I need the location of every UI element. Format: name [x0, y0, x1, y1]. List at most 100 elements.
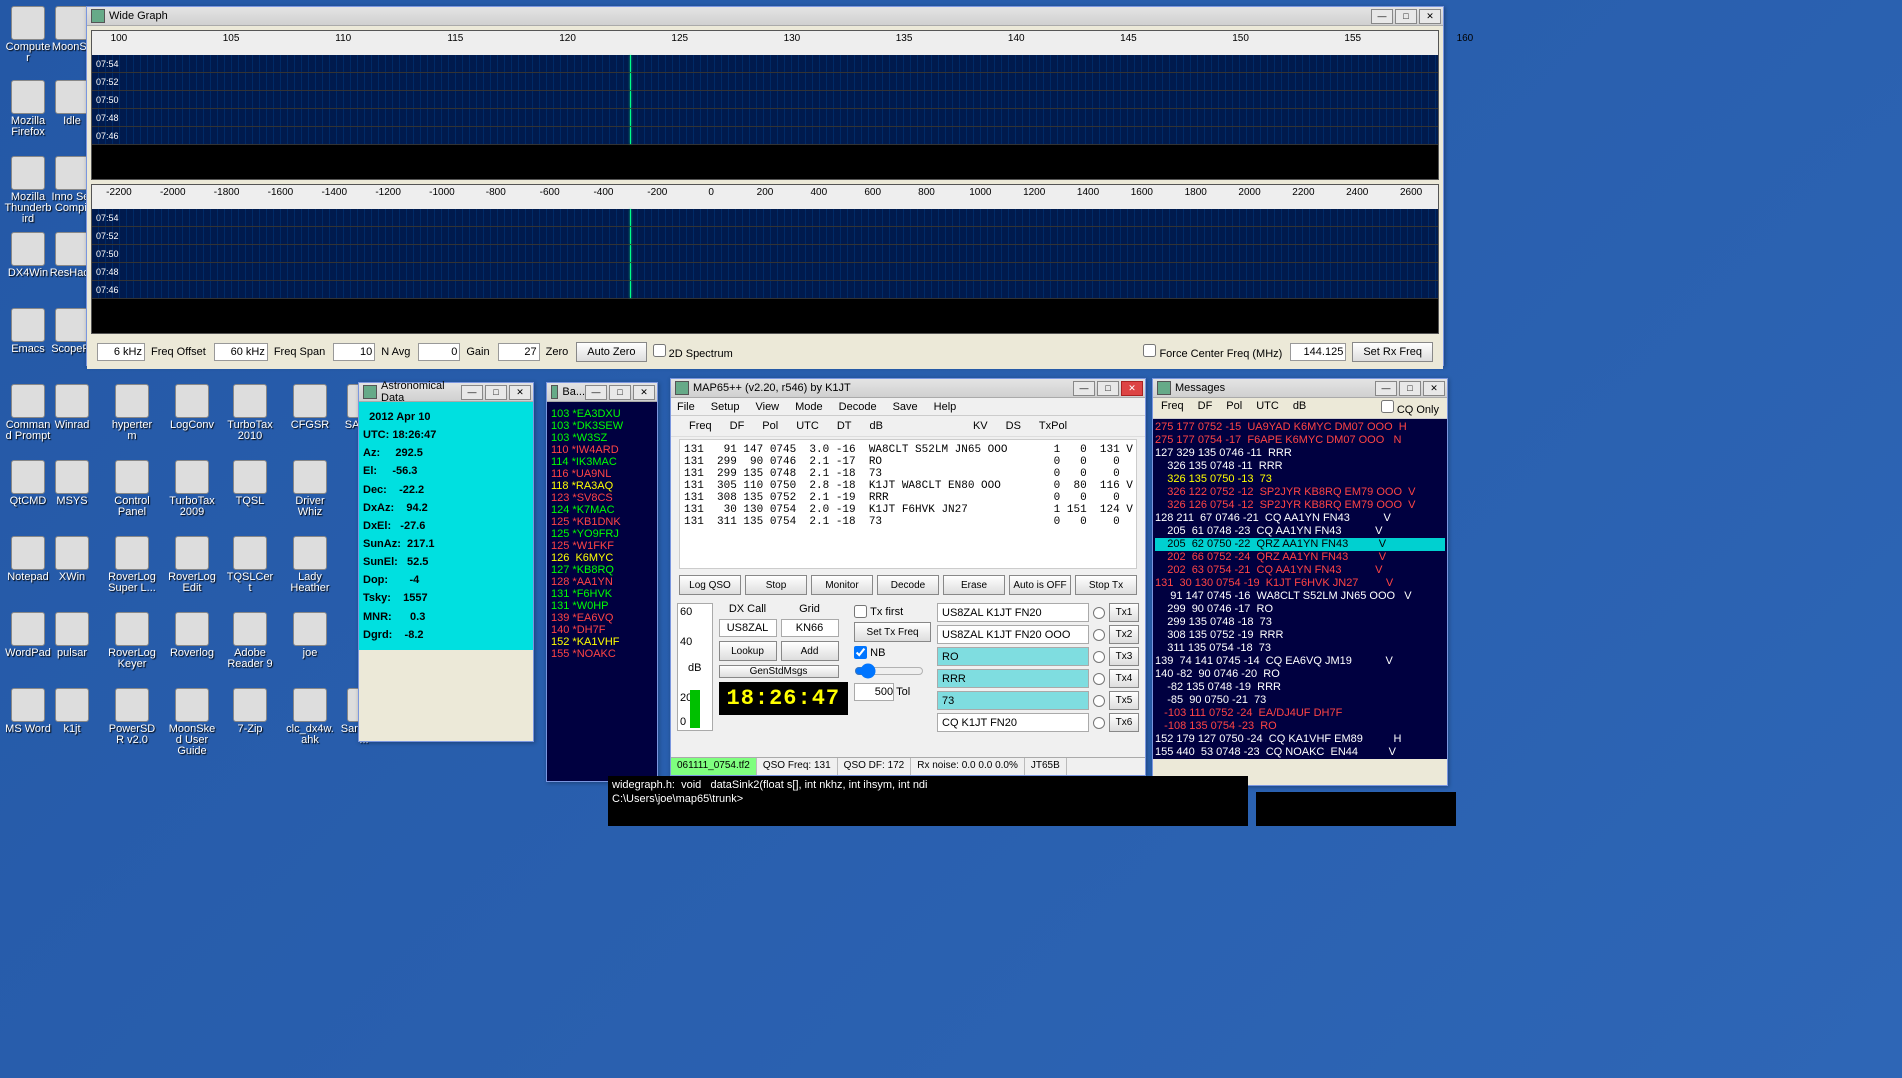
band-row[interactable]: 125 *W1FKF: [551, 540, 653, 552]
minimize-icon[interactable]: —: [1371, 9, 1393, 24]
tx-msg-5[interactable]: [937, 691, 1089, 710]
desktop-icon[interactable]: Notepad: [4, 536, 52, 583]
band-row[interactable]: 103 *W3SZ: [551, 432, 653, 444]
message-row[interactable]: 128 211 67 0746 -21 CQ AA1YN FN43 V: [1155, 512, 1445, 525]
tx-msg-1[interactable]: [937, 603, 1089, 622]
band-row[interactable]: 125 *YO9FRJ: [551, 528, 653, 540]
tx-radio-4[interactable]: [1093, 673, 1105, 685]
desktop-icon[interactable]: 7-Zip: [226, 688, 274, 735]
message-row[interactable]: 275 177 0754 -17 F6APE K6MYC DM07 OOO N: [1155, 434, 1445, 447]
desktop-icon[interactable]: joe: [286, 612, 334, 659]
bands-list[interactable]: 103 *EA3DXU103 *DK3SEW103 *W3SZ110 *IW4A…: [547, 402, 657, 781]
waterfall-upper[interactable]: 100105110115120125130135140145150155160 …: [91, 30, 1439, 180]
tx-radio-6[interactable]: [1093, 717, 1105, 729]
astro-titlebar[interactable]: Astronomical Data — □ ✕: [359, 383, 533, 402]
message-row[interactable]: 326 122 0752 -12 SP2JYR KB8RQ EM79 OOO V: [1155, 486, 1445, 499]
message-row[interactable]: 205 62 0750 -22 QRZ AA1YN FN43 V: [1155, 538, 1445, 551]
band-row[interactable]: 127 *KB8RQ: [551, 564, 653, 576]
bands-titlebar[interactable]: Ba... — □ ✕: [547, 383, 657, 402]
desktop-icon[interactable]: QtCMD: [4, 460, 52, 507]
message-row[interactable]: 127 329 135 0746 -11 RRR: [1155, 447, 1445, 460]
band-row[interactable]: 116 *UA9NL: [551, 468, 653, 480]
message-row[interactable]: 139 74 141 0745 -14 CQ EA6VQ JM19 V: [1155, 655, 1445, 668]
khz-input[interactable]: [97, 343, 145, 361]
tx1-button[interactable]: Tx1: [1109, 603, 1139, 622]
band-row[interactable]: 110 *IW4ARD: [551, 444, 653, 456]
band-row[interactable]: 140 *DH7F: [551, 624, 653, 636]
tx-msg-6[interactable]: [937, 713, 1089, 732]
desktop-icon[interactable]: CFGSR: [286, 384, 334, 431]
widegraph-titlebar[interactable]: Wide Graph — □ ✕: [87, 7, 1443, 26]
genstdmsgs-button[interactable]: GenStdMsgs: [719, 665, 839, 678]
spec2d-check[interactable]: 2D Spectrum: [653, 344, 733, 360]
tx5-button[interactable]: Tx5: [1109, 691, 1139, 710]
auto-is-off-button[interactable]: Auto is OFF: [1009, 575, 1071, 595]
close-icon[interactable]: ✕: [1419, 9, 1441, 24]
message-row[interactable]: 311 135 0754 -18 73: [1155, 642, 1445, 655]
maximize-icon[interactable]: □: [485, 385, 507, 400]
span-input[interactable]: [333, 343, 375, 361]
lookup-button[interactable]: Lookup: [719, 641, 777, 661]
messages-list[interactable]: 275 177 0752 -15 UA9YAD K6MYC DM07 OOO H…: [1153, 419, 1447, 759]
band-row[interactable]: 123 *SV8CS: [551, 492, 653, 504]
desktop-icon[interactable]: TQSL: [226, 460, 274, 507]
desktop-icon[interactable]: TurboTax 2010: [226, 384, 274, 442]
desktop-icon[interactable]: Adobe Reader 9: [226, 612, 274, 670]
menu-help[interactable]: Help: [932, 399, 959, 415]
waterfall-lower[interactable]: -2200-2000-1800-1600-1400-1200-1000-800-…: [91, 184, 1439, 334]
nb-slider[interactable]: [854, 663, 924, 679]
message-row[interactable]: 299 90 0746 -17 RO: [1155, 603, 1445, 616]
tx-radio-3[interactable]: [1093, 651, 1105, 663]
band-row[interactable]: 152 *KA1VHF: [551, 636, 653, 648]
close-icon[interactable]: ✕: [509, 385, 531, 400]
monitor-button[interactable]: Monitor: [811, 575, 873, 595]
desktop-icon[interactable]: Emacs: [4, 308, 52, 355]
tx6-button[interactable]: Tx6: [1109, 713, 1139, 732]
desktop-icon[interactable]: Roverlog: [168, 612, 216, 659]
message-row[interactable]: 326 135 0750 -13 73: [1155, 473, 1445, 486]
navg-input[interactable]: [418, 343, 460, 361]
autozero-button[interactable]: Auto Zero: [576, 342, 646, 362]
menu-mode[interactable]: Mode: [793, 399, 825, 415]
message-row[interactable]: 202 63 0754 -21 CQ AA1YN FN43 V: [1155, 564, 1445, 577]
desktop-icon[interactable]: k1jt: [48, 688, 96, 735]
desktop-icon[interactable]: TQSLCert: [226, 536, 274, 594]
stop-tx-button[interactable]: Stop Tx: [1075, 575, 1137, 595]
desktop-icon[interactable]: hyperterm: [108, 384, 156, 442]
desktop-icon[interactable]: RoverLog Edit: [168, 536, 216, 594]
desktop-icon[interactable]: MoonSked User Guide: [168, 688, 216, 757]
band-row[interactable]: 125 *KB1DNK: [551, 516, 653, 528]
menu-save[interactable]: Save: [891, 399, 920, 415]
desktop-icon[interactable]: PowerSDR v2.0: [108, 688, 156, 746]
message-row[interactable]: -108 135 0754 -23 RO: [1155, 720, 1445, 733]
txfirst-check[interactable]: Tx first: [854, 605, 931, 618]
message-row[interactable]: 131 30 130 0754 -19 K1JT F6HVK JN27 V: [1155, 577, 1445, 590]
message-row[interactable]: 308 135 0752 -19 RRR: [1155, 629, 1445, 642]
desktop-icon[interactable]: Command Prompt: [4, 384, 52, 442]
band-row[interactable]: 114 *IK3MAC: [551, 456, 653, 468]
desktop-icon[interactable]: LogConv: [168, 384, 216, 431]
desktop-icon[interactable]: RoverLog Keyer: [108, 612, 156, 670]
erase-button[interactable]: Erase: [943, 575, 1005, 595]
message-row[interactable]: 202 66 0752 -24 QRZ AA1YN FN43 V: [1155, 551, 1445, 564]
desktop-icon[interactable]: Lady Heather: [286, 536, 334, 594]
desktop-icon[interactable]: MSYS: [48, 460, 96, 507]
desktop-icon[interactable]: Mozilla Firefox: [4, 80, 52, 138]
messages-titlebar[interactable]: Messages — □ ✕: [1153, 379, 1447, 398]
decode-area[interactable]: 131 91 147 0745 3.0 -16 WA8CLT S52LM JN6…: [679, 439, 1137, 569]
desktop-icon[interactable]: Mozilla Thunderbird: [4, 156, 52, 225]
desktop-icon[interactable]: WordPad: [4, 612, 52, 659]
message-row[interactable]: -85 90 0750 -21 73: [1155, 694, 1445, 707]
menu-view[interactable]: View: [753, 399, 781, 415]
band-row[interactable]: 126 K6MYC: [551, 552, 653, 564]
minimize-icon[interactable]: —: [1375, 381, 1397, 396]
tx3-button[interactable]: Tx3: [1109, 647, 1139, 666]
band-row[interactable]: 124 *K7MAC: [551, 504, 653, 516]
message-row[interactable]: 155 440 53 0748 -23 CQ NOAKC EN44 V: [1155, 746, 1445, 759]
terminal-2[interactable]: [1256, 792, 1456, 826]
tx-radio-2[interactable]: [1093, 629, 1105, 641]
close-icon[interactable]: ✕: [633, 385, 655, 400]
desktop-icon[interactable]: Winrad: [48, 384, 96, 431]
dxcall-input[interactable]: [719, 619, 777, 637]
tol-input[interactable]: [854, 683, 894, 701]
